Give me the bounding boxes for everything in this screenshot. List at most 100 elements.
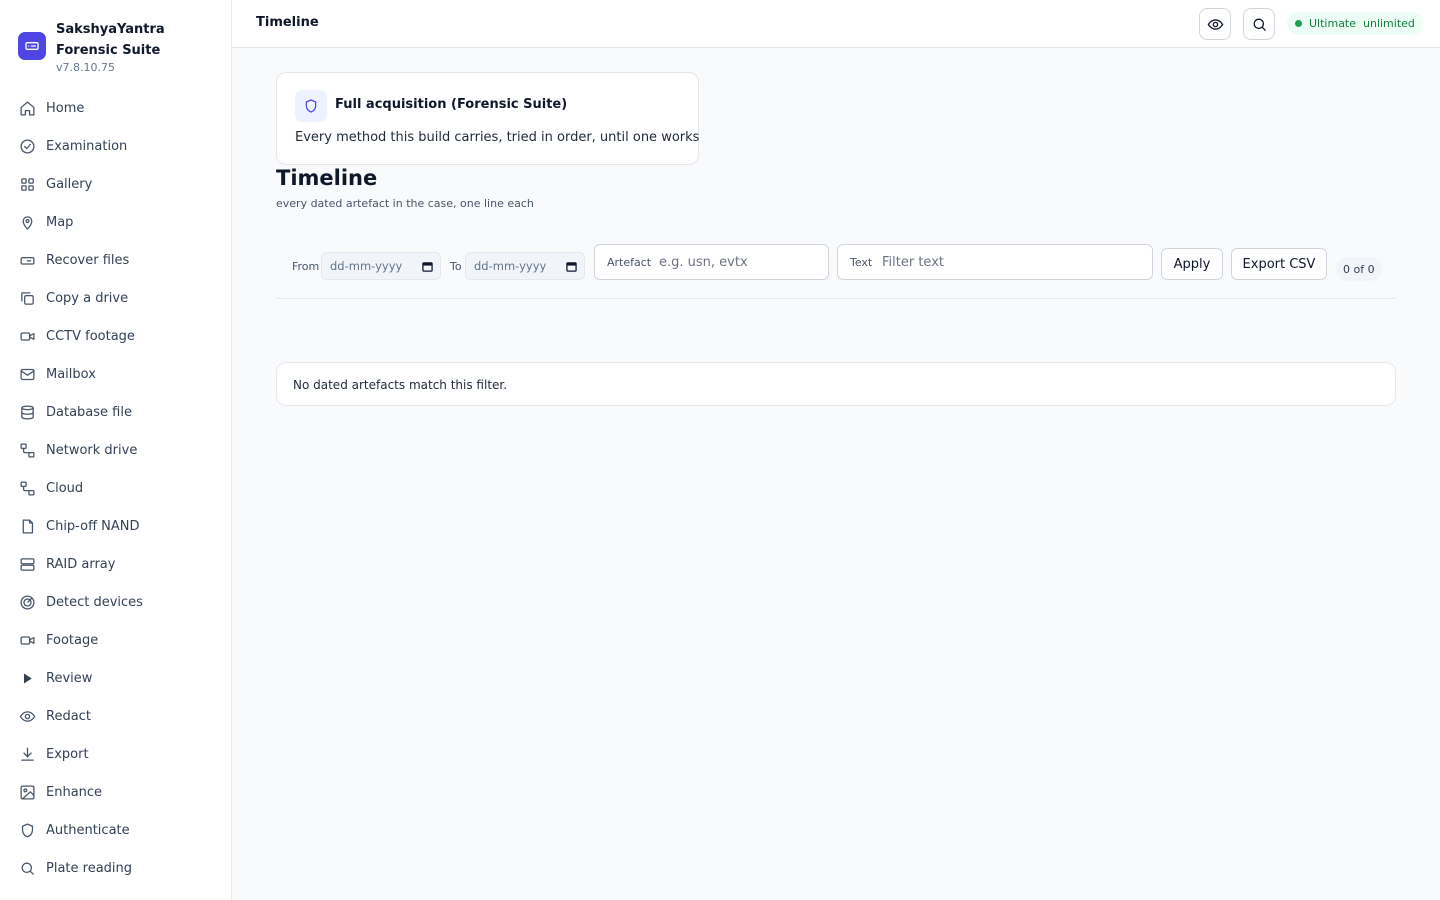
sidebar-item-label: Plate reading [46,860,133,876]
artefact-field[interactable]: Artefact e.g. usn, evtx [594,244,829,280]
sidebar-item-raid-array[interactable]: RAID array [0,545,231,583]
database-icon [18,403,36,421]
sidebar-item-home[interactable]: Home [0,89,231,127]
mail-icon [18,365,36,383]
to-label: To [450,260,462,273]
network-icon [18,441,36,459]
sidebar-item-plate-reading[interactable]: Plate reading [0,849,231,887]
sidebar-item-label: CCTV footage [46,328,135,344]
sidebar-item-gallery[interactable]: Gallery [0,165,231,203]
to-date-placeholder: dd-mm-yyyy [474,259,547,273]
sidebar-item-label: Detect devices [46,594,143,610]
page-title: Timeline [276,166,378,190]
text-filter-field[interactable]: Text Filter text [837,244,1153,280]
shield-icon [295,90,327,122]
from-date-placeholder: dd-mm-yyyy [330,259,403,273]
sidebar-item-label: Copy a drive [46,290,129,306]
empty-state-message: No dated artefacts match this filter. [293,378,508,392]
calendar-icon[interactable] [422,261,433,272]
artefact-label: Artefact [607,256,652,269]
sidebar-item-label: Cloud [46,480,84,496]
top-bar: Timeline Ultimate unlimited [232,0,1440,48]
sidebar-item-label: Export [46,746,89,762]
result-count-badge: 0 of 0 [1336,257,1382,281]
plan-badge-label: Ultimate unlimited [1309,17,1415,30]
apply-button[interactable]: Apply [1161,248,1223,280]
sidebar-item-label: Chip-off NAND [46,518,140,534]
page-subtitle: every dated artefact in the case, one li… [276,197,534,210]
sidebar-item-cloud[interactable]: Cloud [0,469,231,507]
play-icon [18,669,36,687]
eye-icon [1207,16,1224,33]
check-circle-icon [18,137,36,155]
header-title: Timeline [256,15,319,30]
search-button[interactable] [1243,8,1275,40]
sidebar-item-label: Review [46,670,93,686]
sidebar-item-copy-a-drive[interactable]: Copy a drive [0,279,231,317]
network-icon [18,479,36,497]
sidebar-item-cctv-footage[interactable]: CCTV footage [0,317,231,355]
sidebar-item-label: Footage [46,632,99,648]
sidebar-item-label: Redact [46,708,91,724]
sidebar-nav: Home Examination Gallery Map Recover fil… [0,89,231,887]
text-label: Text [850,256,873,269]
empty-state: No dated artefacts match this filter. [276,362,1396,406]
hard-drive-icon [18,251,36,269]
export-csv-button[interactable]: Export CSV [1231,248,1327,280]
image-icon [18,783,36,801]
sidebar-item-detect-devices[interactable]: Detect devices [0,583,231,621]
sidebar-item-label: Examination [46,138,128,154]
sidebar-item-label: Home [46,100,85,116]
file-icon [18,517,36,535]
from-label: From [292,260,320,273]
sidebar-item-map[interactable]: Map [0,203,231,241]
sidebar-item-enhance[interactable]: Enhance [0,773,231,811]
drive-icon [18,32,46,60]
preview-button[interactable] [1199,8,1231,40]
search-icon [1251,16,1268,33]
sidebar: SakshyaYantra Forensic Suite v7.8.10.75 … [0,0,232,900]
map-pin-icon [18,213,36,231]
video-icon [18,327,36,345]
sidebar-item-review[interactable]: Review [0,659,231,697]
brand: SakshyaYantra Forensic Suite v7.8.10.75 [18,18,228,78]
divider [276,298,1396,299]
status-dot-icon [1295,20,1302,27]
artefact-input[interactable]: e.g. usn, evtx [659,255,748,270]
sidebar-item-redact[interactable]: Redact [0,697,231,735]
sidebar-item-label: Recover files [46,252,130,268]
sidebar-item-database-file[interactable]: Database file [0,393,231,431]
sidebar-item-footage[interactable]: Footage [0,621,231,659]
sidebar-item-recover-files[interactable]: Recover files [0,241,231,279]
acquisition-description: Every method this build carries, tried i… [295,130,700,145]
home-icon [18,99,36,117]
acquisition-card[interactable]: Full acquisition (Forensic Suite) Every … [276,72,699,165]
text-filter-input[interactable]: Filter text [882,255,944,270]
server-icon [18,555,36,573]
plan-badge: Ultimate unlimited [1287,12,1423,35]
radar-icon [18,593,36,611]
video-icon [18,631,36,649]
sidebar-item-label: Enhance [46,784,103,800]
sidebar-item-authenticate[interactable]: Authenticate [0,811,231,849]
search-icon [18,859,36,877]
sidebar-item-label: Map [46,214,74,230]
calendar-icon[interactable] [566,261,577,272]
copy-icon [18,289,36,307]
sidebar-item-mailbox[interactable]: Mailbox [0,355,231,393]
sidebar-item-label: Database file [46,404,132,420]
sidebar-item-chip-off-nand[interactable]: Chip-off NAND [0,507,231,545]
shield-icon [18,821,36,839]
grid-icon [18,175,36,193]
to-date-input[interactable]: dd-mm-yyyy [465,252,585,280]
sidebar-item-export[interactable]: Export [0,735,231,773]
sidebar-item-examination[interactable]: Examination [0,127,231,165]
sidebar-item-label: Mailbox [46,366,96,382]
from-date-input[interactable]: dd-mm-yyyy [321,252,441,280]
sidebar-item-label: Gallery [46,176,93,192]
sidebar-item-label: Authenticate [46,822,130,838]
sidebar-item-network-drive[interactable]: Network drive [0,431,231,469]
app-title: SakshyaYantra Forensic Suite [56,22,165,58]
app-version: v7.8.10.75 [56,61,115,74]
sidebar-item-label: RAID array [46,556,116,572]
